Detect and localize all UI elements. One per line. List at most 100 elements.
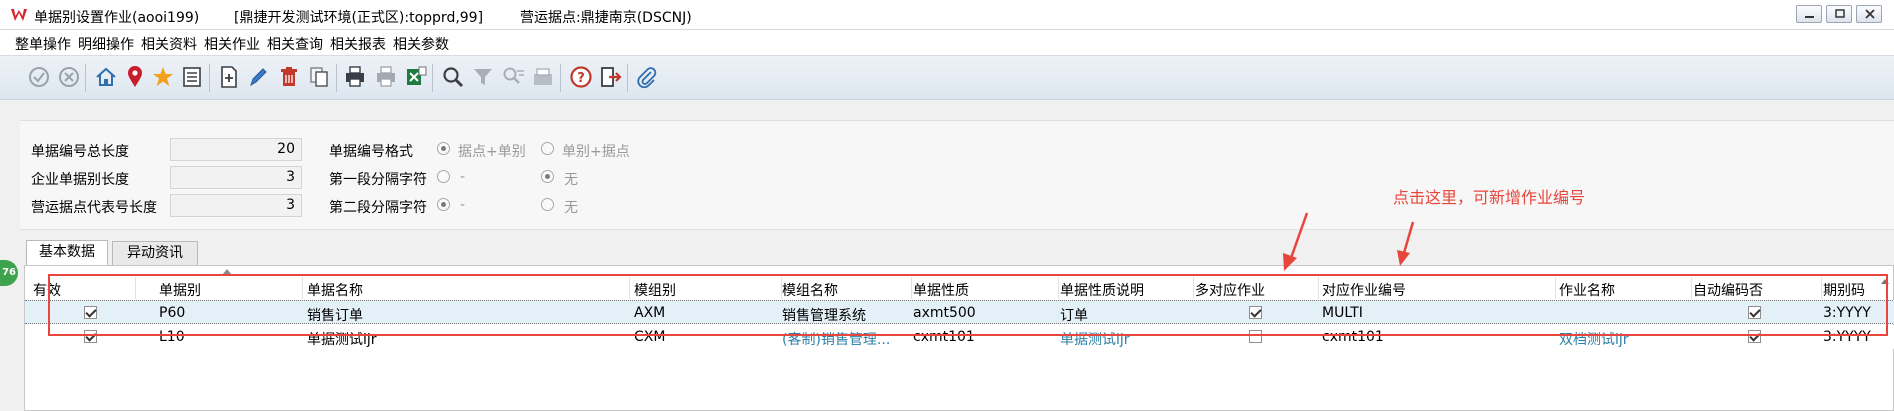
nature-cell[interactable]: cxmt101 [913, 329, 975, 345]
restore-button[interactable] [1826, 5, 1852, 23]
col-job-no[interactable]: 对应作业编号 [1322, 280, 1406, 300]
col-period[interactable]: 期别码 [1823, 280, 1865, 300]
doc-name-cell[interactable]: 单据测试ljr [307, 329, 377, 349]
multi-job-checkbox[interactable] [1249, 306, 1262, 319]
column-divider [1193, 277, 1194, 299]
doc-name-cell[interactable]: 销售订单 [307, 305, 363, 325]
print-setup-icon[interactable] [373, 64, 399, 90]
attachment-box-icon[interactable] [530, 64, 556, 90]
nature-desc-cell[interactable]: 订单 [1060, 305, 1088, 325]
auto-code-checkbox[interactable] [1748, 306, 1761, 319]
menu-related-query[interactable]: 相关查询 [267, 34, 323, 54]
site-label: 营运据点:鼎捷南京(DSCNJ) [520, 10, 692, 26]
module-name-cell[interactable]: 销售管理系统 [782, 305, 908, 325]
module-cell[interactable]: AXM [634, 305, 665, 321]
col-module[interactable]: 模组别 [634, 280, 676, 300]
period-cell[interactable]: 3:YYYY [1823, 329, 1893, 345]
job-no-cell[interactable]: cxmt101 [1322, 329, 1384, 345]
doc-type-cell[interactable]: P60 [159, 305, 185, 321]
environment-label: [鼎捷开发测试环境(正式区):topprd,99] [234, 10, 484, 26]
col-job-name[interactable]: 作业名称 [1559, 280, 1615, 300]
sep2-label: 第二段分隔字符 [329, 200, 427, 216]
side-badge[interactable]: 76 [0, 260, 18, 286]
title-bar: 单据别设置作业(aooi199) [鼎捷开发测试环境(正式区):topprd,9… [0, 0, 1894, 30]
list-icon[interactable] [179, 64, 205, 90]
module-name-cell[interactable]: (客制)销售管理... [782, 329, 908, 349]
paperclip-icon[interactable] [634, 64, 660, 90]
advanced-search-icon[interactable] [500, 64, 526, 90]
menu-related-data[interactable]: 相关资料 [141, 34, 197, 54]
site-code-length-field[interactable]: 3 [170, 194, 302, 217]
sep1-label: 第一段分隔字符 [329, 172, 427, 188]
edit-pencil-icon[interactable] [245, 64, 271, 90]
favorite-star-icon[interactable] [150, 64, 176, 90]
sep1-option-none: 无 [564, 172, 578, 188]
filter-icon[interactable] [470, 64, 496, 90]
close-button[interactable] [1856, 5, 1882, 23]
col-valid[interactable]: 有效 [33, 280, 61, 300]
menu-detail[interactable]: 明细操作 [78, 34, 134, 54]
minimize-button[interactable] [1796, 5, 1822, 23]
sort-indicator-icon [223, 269, 231, 274]
nature-cell[interactable]: axmt500 [913, 305, 976, 321]
copy-icon[interactable] [306, 64, 332, 90]
column-divider [1555, 277, 1556, 299]
col-multi-job[interactable]: 多对应作业 [1195, 280, 1265, 300]
col-nature-desc[interactable]: 单据性质说明 [1060, 280, 1144, 300]
valid-checkbox[interactable] [84, 306, 97, 319]
column-divider [911, 277, 912, 299]
period-cell[interactable]: 3:YYYY [1823, 305, 1893, 321]
grid-header: 有效 单据别 单据名称 模组别 模组名称 单据性质 单据性质说明 多对应作业 对… [25, 277, 1894, 299]
multi-job-checkbox[interactable] [1249, 330, 1262, 343]
sep2-radio-none[interactable] [541, 198, 554, 211]
col-nature[interactable]: 单据性质 [913, 280, 969, 300]
total-length-field[interactable]: 20 [170, 138, 302, 161]
sep1-radio-dash[interactable] [437, 170, 450, 183]
sep2-radio-dash[interactable] [437, 198, 450, 211]
cancel-icon[interactable] [56, 64, 82, 90]
location-pin-icon[interactable] [122, 64, 148, 90]
site-code-length-label: 营运据点代表号长度 [31, 200, 157, 216]
home-icon[interactable] [93, 64, 119, 90]
col-module-name[interactable]: 模组名称 [782, 280, 838, 300]
confirm-icon[interactable] [26, 64, 52, 90]
add-new-icon[interactable] [216, 64, 242, 90]
nature-desc-cell[interactable]: 单据测试ljr [1060, 329, 1130, 349]
module-cell[interactable]: CXM [634, 329, 665, 345]
menu-bar: 整单操作 明细操作 相关资料 相关作业 相关查询 相关报表 相关参数 [0, 30, 1894, 55]
table-row[interactable]: L10 单据测试ljr CXM (客制)销售管理... cxmt101 单据测试… [25, 325, 1894, 349]
company-length-field[interactable]: 3 [170, 166, 302, 189]
doc-type-cell[interactable]: L10 [159, 329, 185, 345]
excel-export-icon[interactable] [403, 64, 429, 90]
col-doc-type[interactable]: 单据别 [159, 280, 201, 300]
sep2-option-dash: - [460, 197, 466, 213]
search-icon[interactable] [440, 64, 466, 90]
tab-basic-data[interactable]: 基本数据 [26, 240, 108, 265]
format-radio-type-site[interactable] [541, 142, 554, 155]
print-icon[interactable] [342, 64, 368, 90]
job-no-cell[interactable]: MULTI [1322, 305, 1363, 321]
svg-text:?: ? [577, 71, 585, 86]
auto-code-checkbox[interactable] [1748, 330, 1761, 343]
col-doc-name[interactable]: 单据名称 [307, 280, 363, 300]
col-auto-code[interactable]: 自动编码否 [1693, 280, 1763, 300]
restore-icon [1835, 9, 1845, 18]
exit-icon[interactable] [598, 64, 624, 90]
tab-change-info[interactable]: 异动资讯 [112, 241, 198, 266]
sep1-radio-none[interactable] [541, 170, 554, 183]
sep2-option-none: 无 [564, 200, 578, 216]
delete-trash-icon[interactable] [276, 64, 302, 90]
column-divider [1058, 277, 1059, 299]
menu-related-jobs[interactable]: 相关作业 [204, 34, 260, 54]
menu-related-reports[interactable]: 相关报表 [330, 34, 386, 54]
toolbar-separator [209, 64, 210, 92]
format-radio-site-type[interactable] [437, 142, 450, 155]
table-row[interactable]: P60 销售订单 AXM 销售管理系统 axmt500 订单 MULTI 3:Y… [25, 300, 1894, 324]
valid-checkbox[interactable] [84, 330, 97, 343]
job-name-cell[interactable]: 双档测试ljr [1559, 329, 1629, 349]
menu-related-params[interactable]: 相关参数 [393, 34, 449, 54]
sep1-option-dash: - [460, 169, 466, 185]
app-logo-icon [11, 9, 27, 21]
help-icon[interactable]: ? [568, 64, 594, 90]
menu-whole-order[interactable]: 整单操作 [15, 34, 71, 54]
